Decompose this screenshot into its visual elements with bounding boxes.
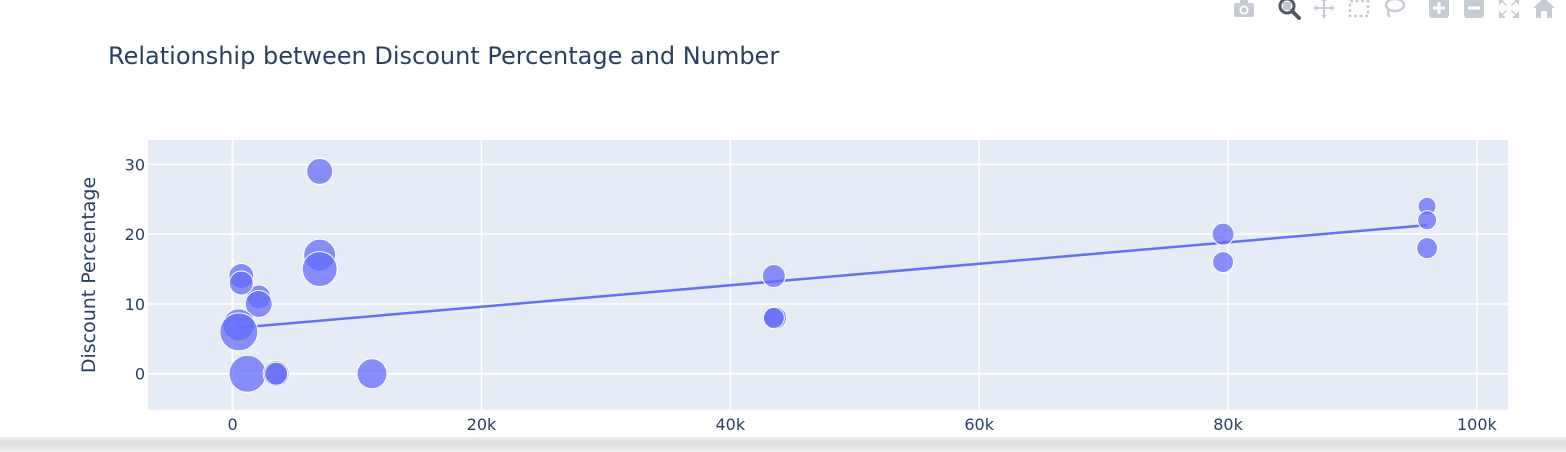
scatter-point[interactable] <box>228 270 254 296</box>
scatter-chart: Relationship between Discount Percentage… <box>78 42 1508 434</box>
scatter-point[interactable] <box>219 312 259 352</box>
y-tick-label: 0 <box>135 365 145 384</box>
scatter-point[interactable] <box>1416 237 1439 260</box>
x-tick-label: 60k <box>964 415 994 434</box>
scatter-point[interactable] <box>356 358 388 390</box>
y-tick-label: 20 <box>125 225 145 244</box>
scatter-point[interactable] <box>1212 251 1235 274</box>
scatter-point[interactable] <box>264 361 289 386</box>
scatter-point[interactable] <box>1417 210 1438 231</box>
plot-area[interactable] <box>148 140 1508 410</box>
y-axis-title: Discount Percentage <box>78 177 100 373</box>
chart-page: Relationship between Discount Percentage… <box>0 0 1566 452</box>
chart-title: Relationship between Discount Percentage… <box>108 42 779 70</box>
scatter-point[interactable] <box>306 157 334 185</box>
y-tick-label: 30 <box>125 155 145 174</box>
x-tick-label: 40k <box>716 415 746 434</box>
scatter-point[interactable] <box>762 306 785 329</box>
y-tick-label: 10 <box>125 295 145 314</box>
page-bottom-border <box>0 437 1566 452</box>
scatter-point[interactable] <box>228 354 267 393</box>
scatter-point[interactable] <box>1211 222 1235 246</box>
x-tick-label: 100k <box>1457 415 1498 434</box>
x-tick-label: 20k <box>467 415 497 434</box>
x-tick-label: 0 <box>228 415 238 434</box>
x-tick-label: 80k <box>1213 415 1243 434</box>
scatter-point[interactable] <box>301 251 338 288</box>
scatter-point[interactable] <box>761 264 786 289</box>
